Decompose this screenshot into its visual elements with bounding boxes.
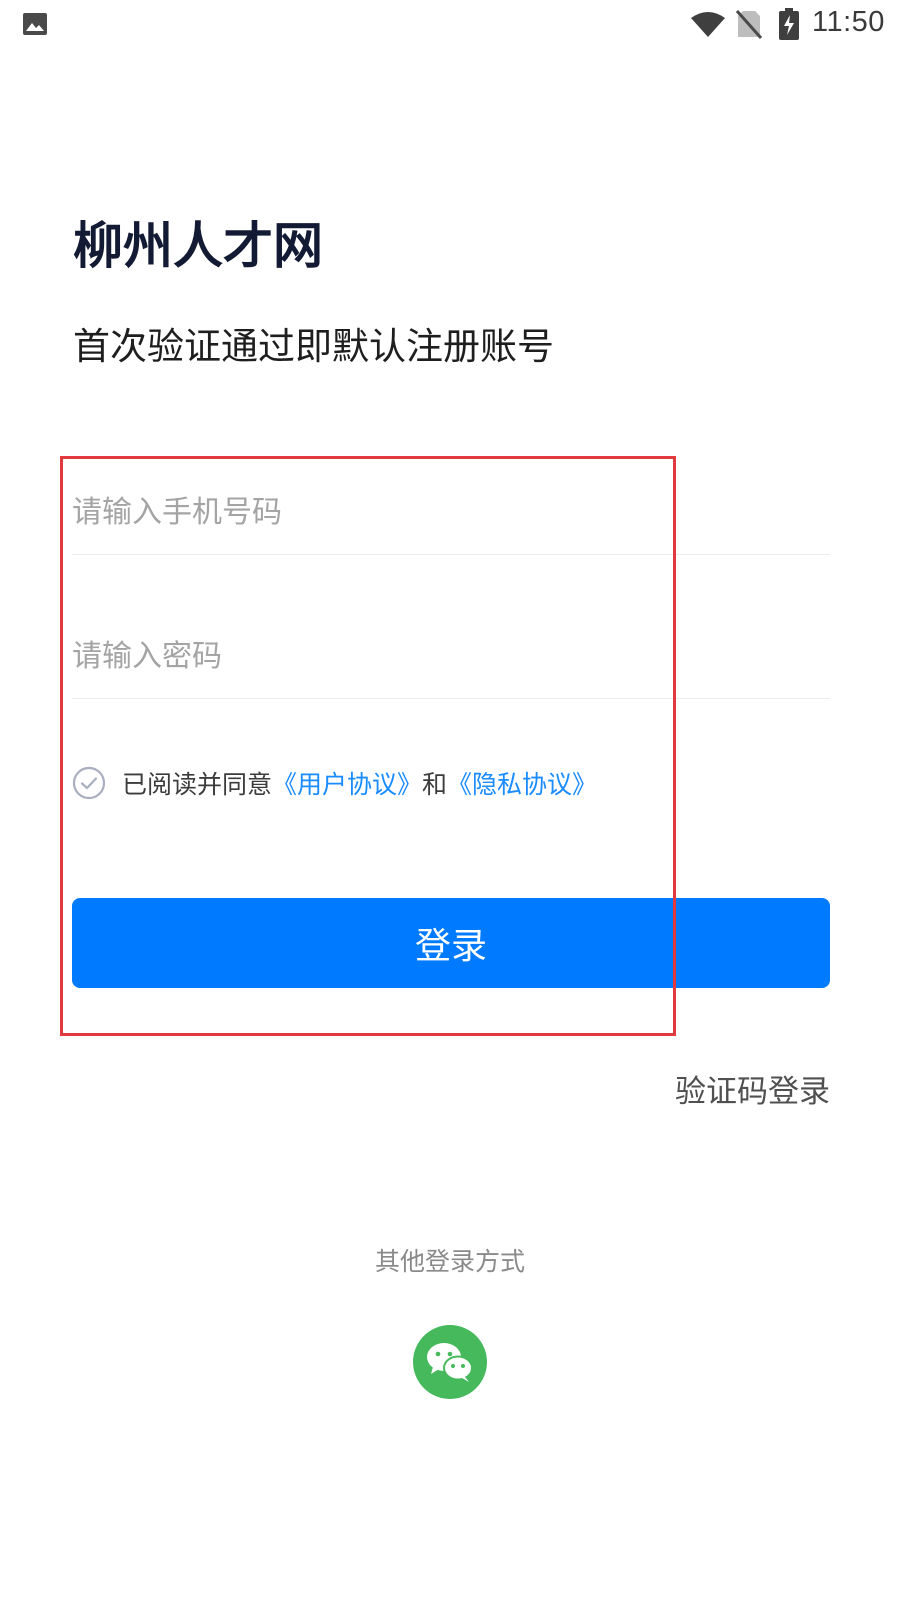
phone-field — [72, 470, 830, 555]
page-subtitle: 首次验证通过即默认注册账号 — [73, 325, 554, 368]
other-login-label: 其他登录方式 — [374, 1247, 525, 1276]
wechat-icon — [427, 1343, 473, 1382]
status-time: 11:50 — [812, 6, 885, 38]
no-sim-icon — [736, 10, 762, 39]
user-agreement-link[interactable]: 《用户协议》 — [272, 765, 422, 801]
privacy-agreement-link[interactable]: 《隐私协议》 — [447, 765, 597, 801]
login-button[interactable]: 登录 — [72, 898, 830, 988]
app-title: 柳州人才网 — [73, 217, 323, 275]
password-input[interactable] — [72, 614, 830, 698]
status-bar: 11:50 — [0, 0, 900, 50]
checkbox-check-icon[interactable] — [72, 766, 106, 800]
agreement-conjunction: 和 — [422, 770, 448, 799]
phone-input[interactable] — [72, 470, 830, 554]
agreement-prefix: 已阅读并同意 — [122, 770, 273, 799]
password-field — [72, 614, 830, 699]
agreement-row: 已阅读并同意 《用户协议》 和 《隐私协议》 — [72, 765, 597, 801]
battery-charging-icon — [779, 8, 799, 40]
sms-login-link[interactable]: 验证码登录 — [675, 1066, 830, 1111]
wifi-icon — [691, 12, 725, 37]
wechat-login-button[interactable] — [413, 1325, 487, 1399]
gallery-icon — [23, 13, 47, 35]
